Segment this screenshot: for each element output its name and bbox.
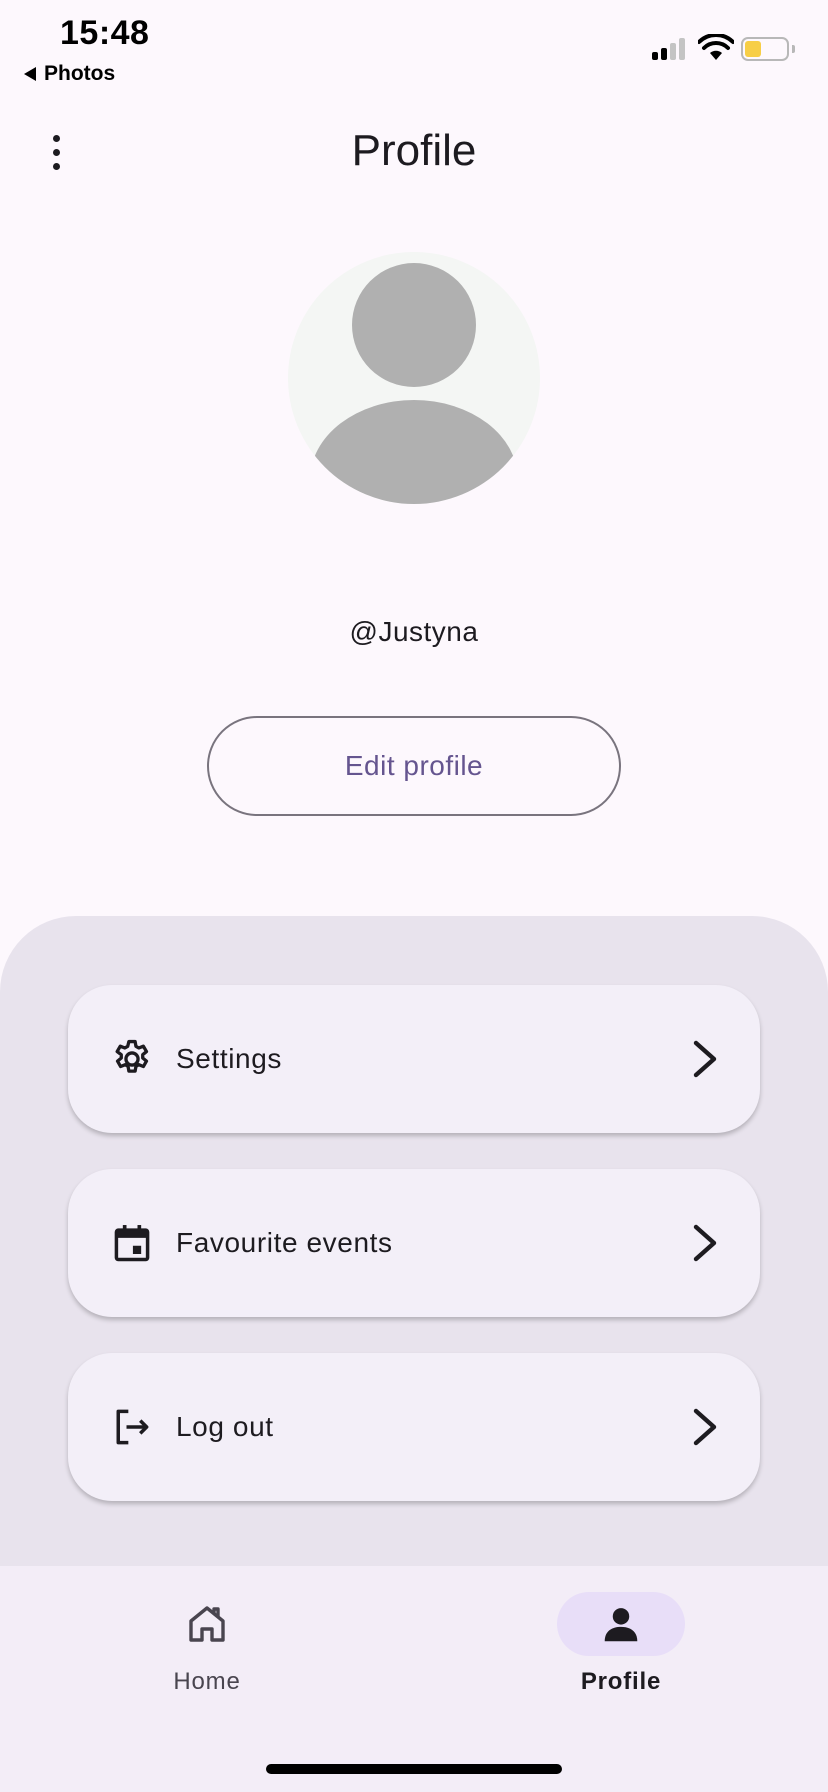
back-link-label: Photos (44, 62, 116, 85)
nav-label-profile: Profile (580, 1668, 662, 1695)
back-arrow-icon (24, 67, 36, 81)
cellular-signal-icon (652, 36, 685, 60)
status-time: 15:48 (60, 14, 150, 52)
nav-item-profile[interactable]: Profile (521, 1592, 721, 1722)
menu-item-log-out[interactable]: Log out (68, 1353, 760, 1501)
avatar-body (310, 400, 518, 504)
wifi-icon (698, 34, 734, 60)
nav-active-indicator (557, 1592, 685, 1656)
menu-item-favourite-events[interactable]: Favourite events (68, 1169, 760, 1317)
gear-icon (115, 1039, 149, 1073)
nav-home-indicator (143, 1592, 271, 1656)
chevron-right-icon (693, 1224, 717, 1262)
profile-menu-sheet: Settings Favourite events Log out (0, 916, 828, 1566)
edit-profile-button[interactable]: Edit profile (207, 716, 621, 816)
person-icon (604, 1608, 638, 1642)
back-to-photos-link[interactable]: Photos (24, 62, 115, 86)
username: @Justyna (349, 616, 479, 647)
page-title: Profile (351, 126, 477, 175)
menu-item-settings[interactable]: Settings (68, 985, 760, 1133)
avatar-head (352, 263, 476, 387)
home-icon (189, 1606, 225, 1642)
logout-icon (116, 1409, 149, 1445)
menu-item-label: Log out (176, 1411, 274, 1442)
nav-label-home: Home (173, 1668, 241, 1695)
menu-item-label: Favourite events (176, 1227, 393, 1258)
calendar-icon (114, 1225, 150, 1262)
battery-level (745, 41, 761, 57)
home-indicator-bar[interactable] (266, 1764, 562, 1774)
status-bar: 15:48 Photos (0, 0, 828, 96)
avatar (288, 252, 540, 504)
bottom-navigation-bar: Home Profile (0, 1566, 828, 1792)
menu-item-label: Settings (176, 1043, 282, 1074)
battery-icon (741, 37, 789, 61)
battery-tip (792, 45, 795, 53)
chevron-right-icon (693, 1408, 717, 1446)
nav-item-home[interactable]: Home (107, 1592, 307, 1722)
chevron-right-icon (693, 1040, 717, 1078)
